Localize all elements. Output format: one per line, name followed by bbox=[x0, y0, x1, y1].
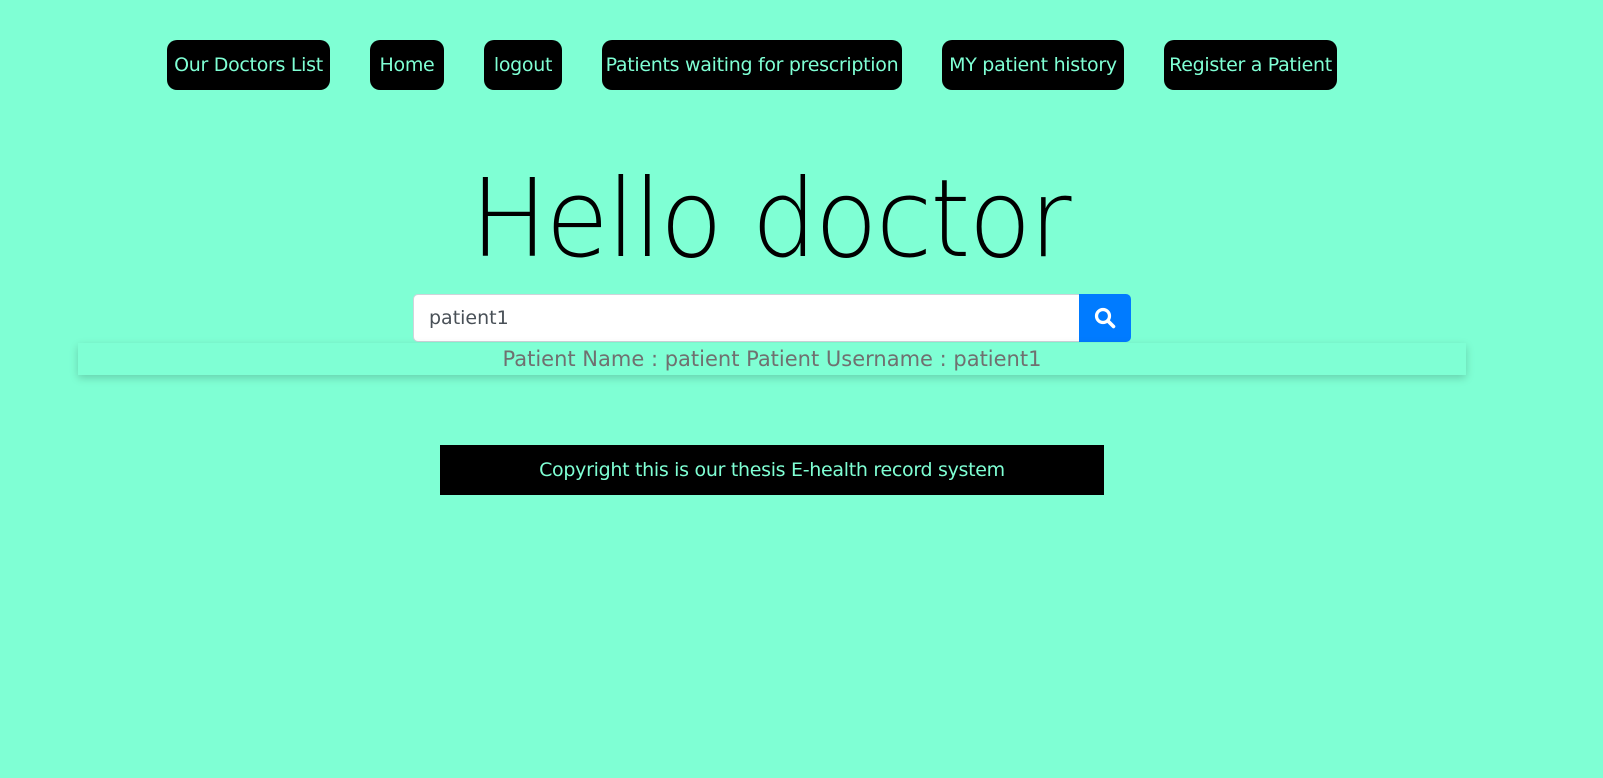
search-button[interactable] bbox=[1079, 294, 1131, 342]
search-icon bbox=[1094, 307, 1116, 329]
search-input[interactable] bbox=[413, 294, 1080, 342]
page-title: Hello doctor bbox=[470, 157, 1071, 282]
nav-home[interactable]: Home bbox=[370, 40, 444, 90]
page: Our Doctors List Home logout Patients wa… bbox=[0, 0, 1603, 778]
nav-our-doctors-list[interactable]: Our Doctors List bbox=[167, 40, 330, 90]
nav-patients-waiting-for-prescription[interactable]: Patients waiting for prescription bbox=[602, 40, 902, 90]
nav-logout[interactable]: logout bbox=[484, 40, 562, 90]
search-result-item[interactable]: Patient Name : patient Patient Username … bbox=[78, 343, 1466, 375]
footer: Copyright this is our thesis E-health re… bbox=[440, 445, 1104, 495]
nav-my-patient-history[interactable]: MY patient history bbox=[942, 40, 1124, 90]
nav-register-a-patient[interactable]: Register a Patient bbox=[1164, 40, 1337, 90]
